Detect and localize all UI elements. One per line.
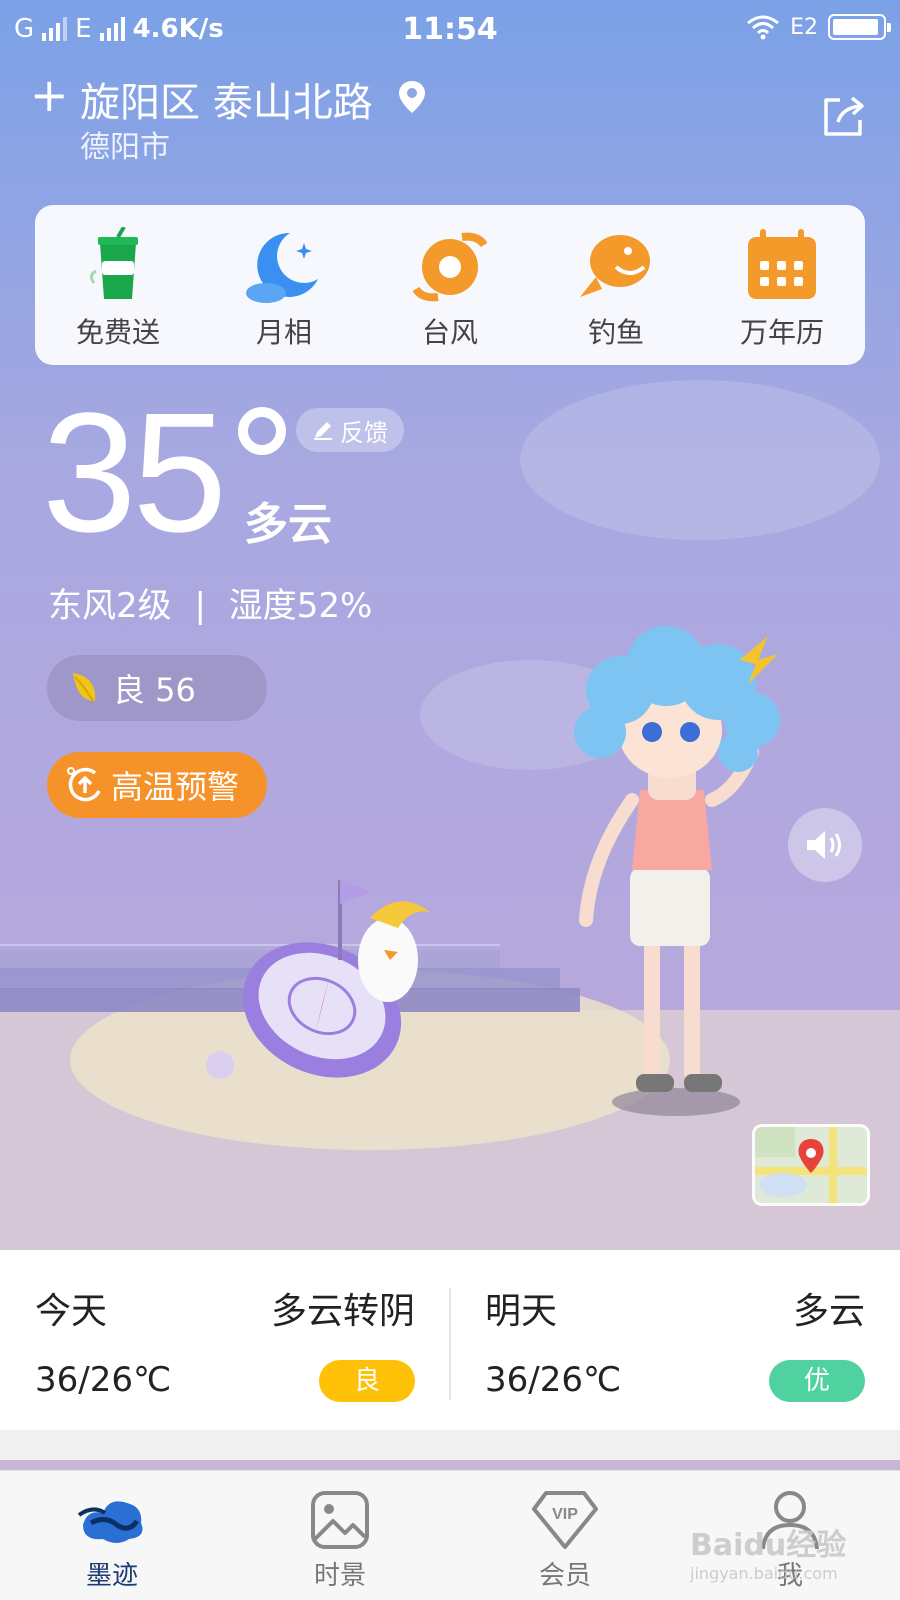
weather-illustration — [0, 626, 900, 1250]
section-spacer — [0, 1430, 900, 1460]
nav-tab-scenery[interactable]: 时景 — [250, 1471, 430, 1600]
forecast-day: 明天 — [485, 1291, 558, 1332]
nav-tab-vip[interactable]: VIP 会员 — [475, 1471, 655, 1600]
forecast-weather: 多云转阴 — [270, 1291, 415, 1332]
forecast-day: 今天 — [35, 1291, 108, 1332]
moji-cloud-icon — [77, 1501, 143, 1543]
forecast-divider — [449, 1288, 451, 1400]
air-quality-badge: 优 — [769, 1360, 865, 1402]
map-pin-icon — [755, 1127, 867, 1203]
watermark-subtext: jingyan.baidu.com — [690, 1564, 838, 1583]
air-quality-badge: 良 — [319, 1360, 415, 1402]
forecast-temp: 36/26℃ — [35, 1360, 172, 1400]
nav-tab-moji[interactable]: 墨迹 — [22, 1471, 202, 1600]
nav-label: 会员 — [538, 1561, 591, 1591]
forecast-weather: 多云 — [792, 1291, 865, 1332]
vip-icon: VIP — [532, 1491, 598, 1549]
forecast-today[interactable]: 今天 多云转阴 36/26℃ 良 — [0, 1250, 450, 1430]
nav-label: 墨迹 — [85, 1561, 138, 1591]
forecast-tomorrow[interactable]: 明天 多云 36/26℃ 优 — [450, 1250, 900, 1430]
image-icon — [311, 1491, 369, 1549]
nav-label: 时景 — [313, 1561, 366, 1591]
speaker-icon — [807, 831, 841, 859]
watermark-text: Baidu经验 — [690, 1528, 847, 1563]
weather-map-button[interactable] — [752, 1124, 870, 1206]
watermark-logo: Baidu经验 jingyan.baidu.com — [690, 1520, 846, 1583]
forecast-temp: 36/26℃ — [485, 1360, 622, 1400]
svg-text:VIP: VIP — [552, 1506, 578, 1523]
weather-screen: G E 4.6K/s 11:54 E2 + 旋阳区 泰山北路 德阳市 免费送 月… — [0, 0, 900, 1600]
voice-broadcast-button[interactable] — [788, 808, 862, 882]
